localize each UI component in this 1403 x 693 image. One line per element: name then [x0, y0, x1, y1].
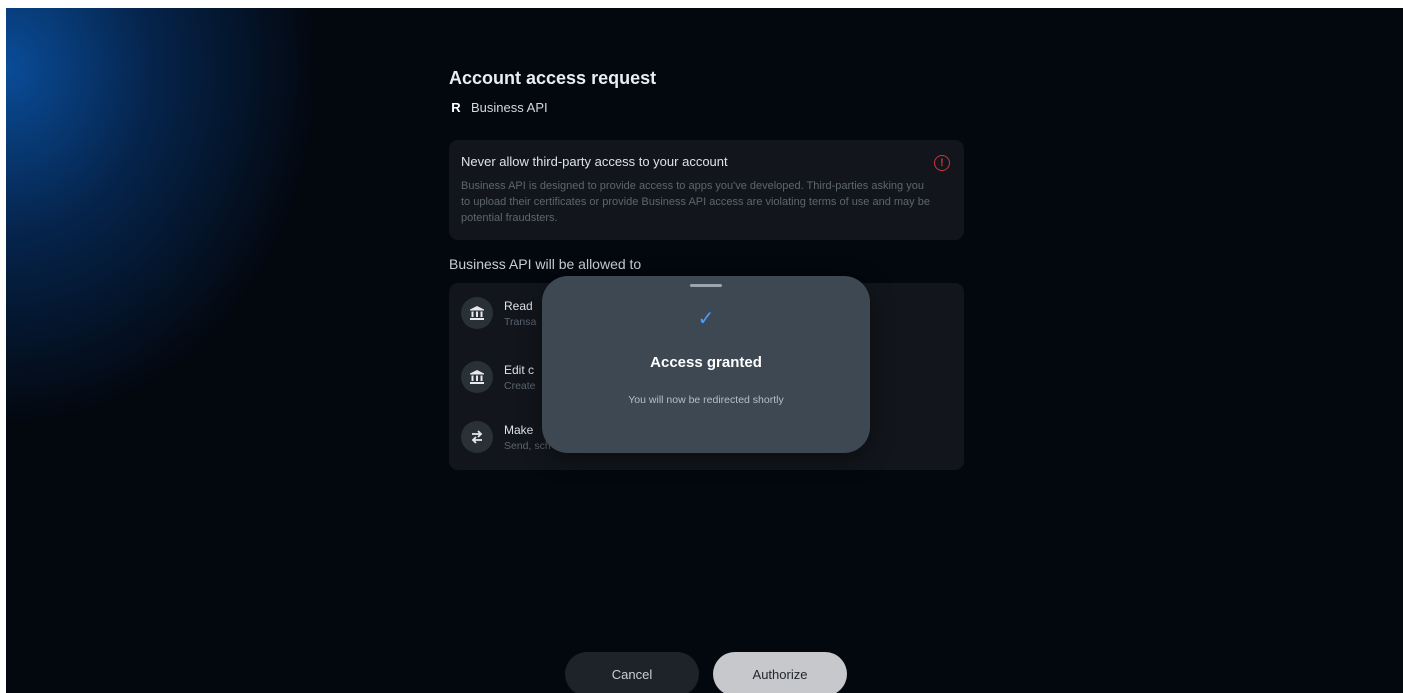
- page-title: Account access request: [449, 68, 657, 88]
- modal-title: Access granted: [650, 354, 762, 371]
- bank-icon-svg: [470, 306, 484, 320]
- revolut-logo-icon: R: [451, 100, 461, 115]
- authorize-button[interactable]: Authorize: [713, 652, 847, 693]
- warning-body: Business API is designed to provide acce…: [461, 180, 930, 224]
- permission-subtitle: Transa: [504, 315, 537, 328]
- permission-title: Edit c: [504, 362, 535, 377]
- sheet-drag-handle[interactable]: [690, 284, 722, 287]
- bank-icon-svg: [470, 370, 484, 384]
- permission-item-payments: Make Send, sch: [461, 421, 551, 453]
- alert-circle-icon: !: [934, 155, 950, 171]
- warning-card: Never allow third-party access to your a…: [449, 140, 964, 240]
- permission-item-read: Read Transa: [461, 297, 536, 329]
- checkmark-icon: ✓: [697, 308, 715, 330]
- modal-subtitle: You will now be redirected shortly: [628, 394, 784, 406]
- permission-title: Read: [504, 298, 533, 313]
- access-granted-sheet: ✓ Access granted You will now be redirec…: [542, 276, 870, 453]
- bank-icon: [461, 297, 493, 329]
- app-identity: R Business API: [449, 100, 548, 115]
- permissions-heading: Business API will be allowed to: [449, 256, 642, 272]
- transfer-arrows-icon: [461, 421, 493, 453]
- warning-title: Never allow third-party access to your a…: [461, 154, 728, 169]
- permission-item-edit: Edit c Create: [461, 361, 536, 393]
- app-name: Business API: [471, 100, 548, 115]
- permission-subtitle: Create: [504, 379, 536, 392]
- bank-icon: [461, 361, 493, 393]
- cancel-button[interactable]: Cancel: [565, 652, 699, 693]
- permission-subtitle: Send, sch: [504, 439, 551, 452]
- transfer-arrows-icon-svg: [471, 430, 483, 444]
- app-frame: Account access request R Business API Ne…: [6, 8, 1403, 693]
